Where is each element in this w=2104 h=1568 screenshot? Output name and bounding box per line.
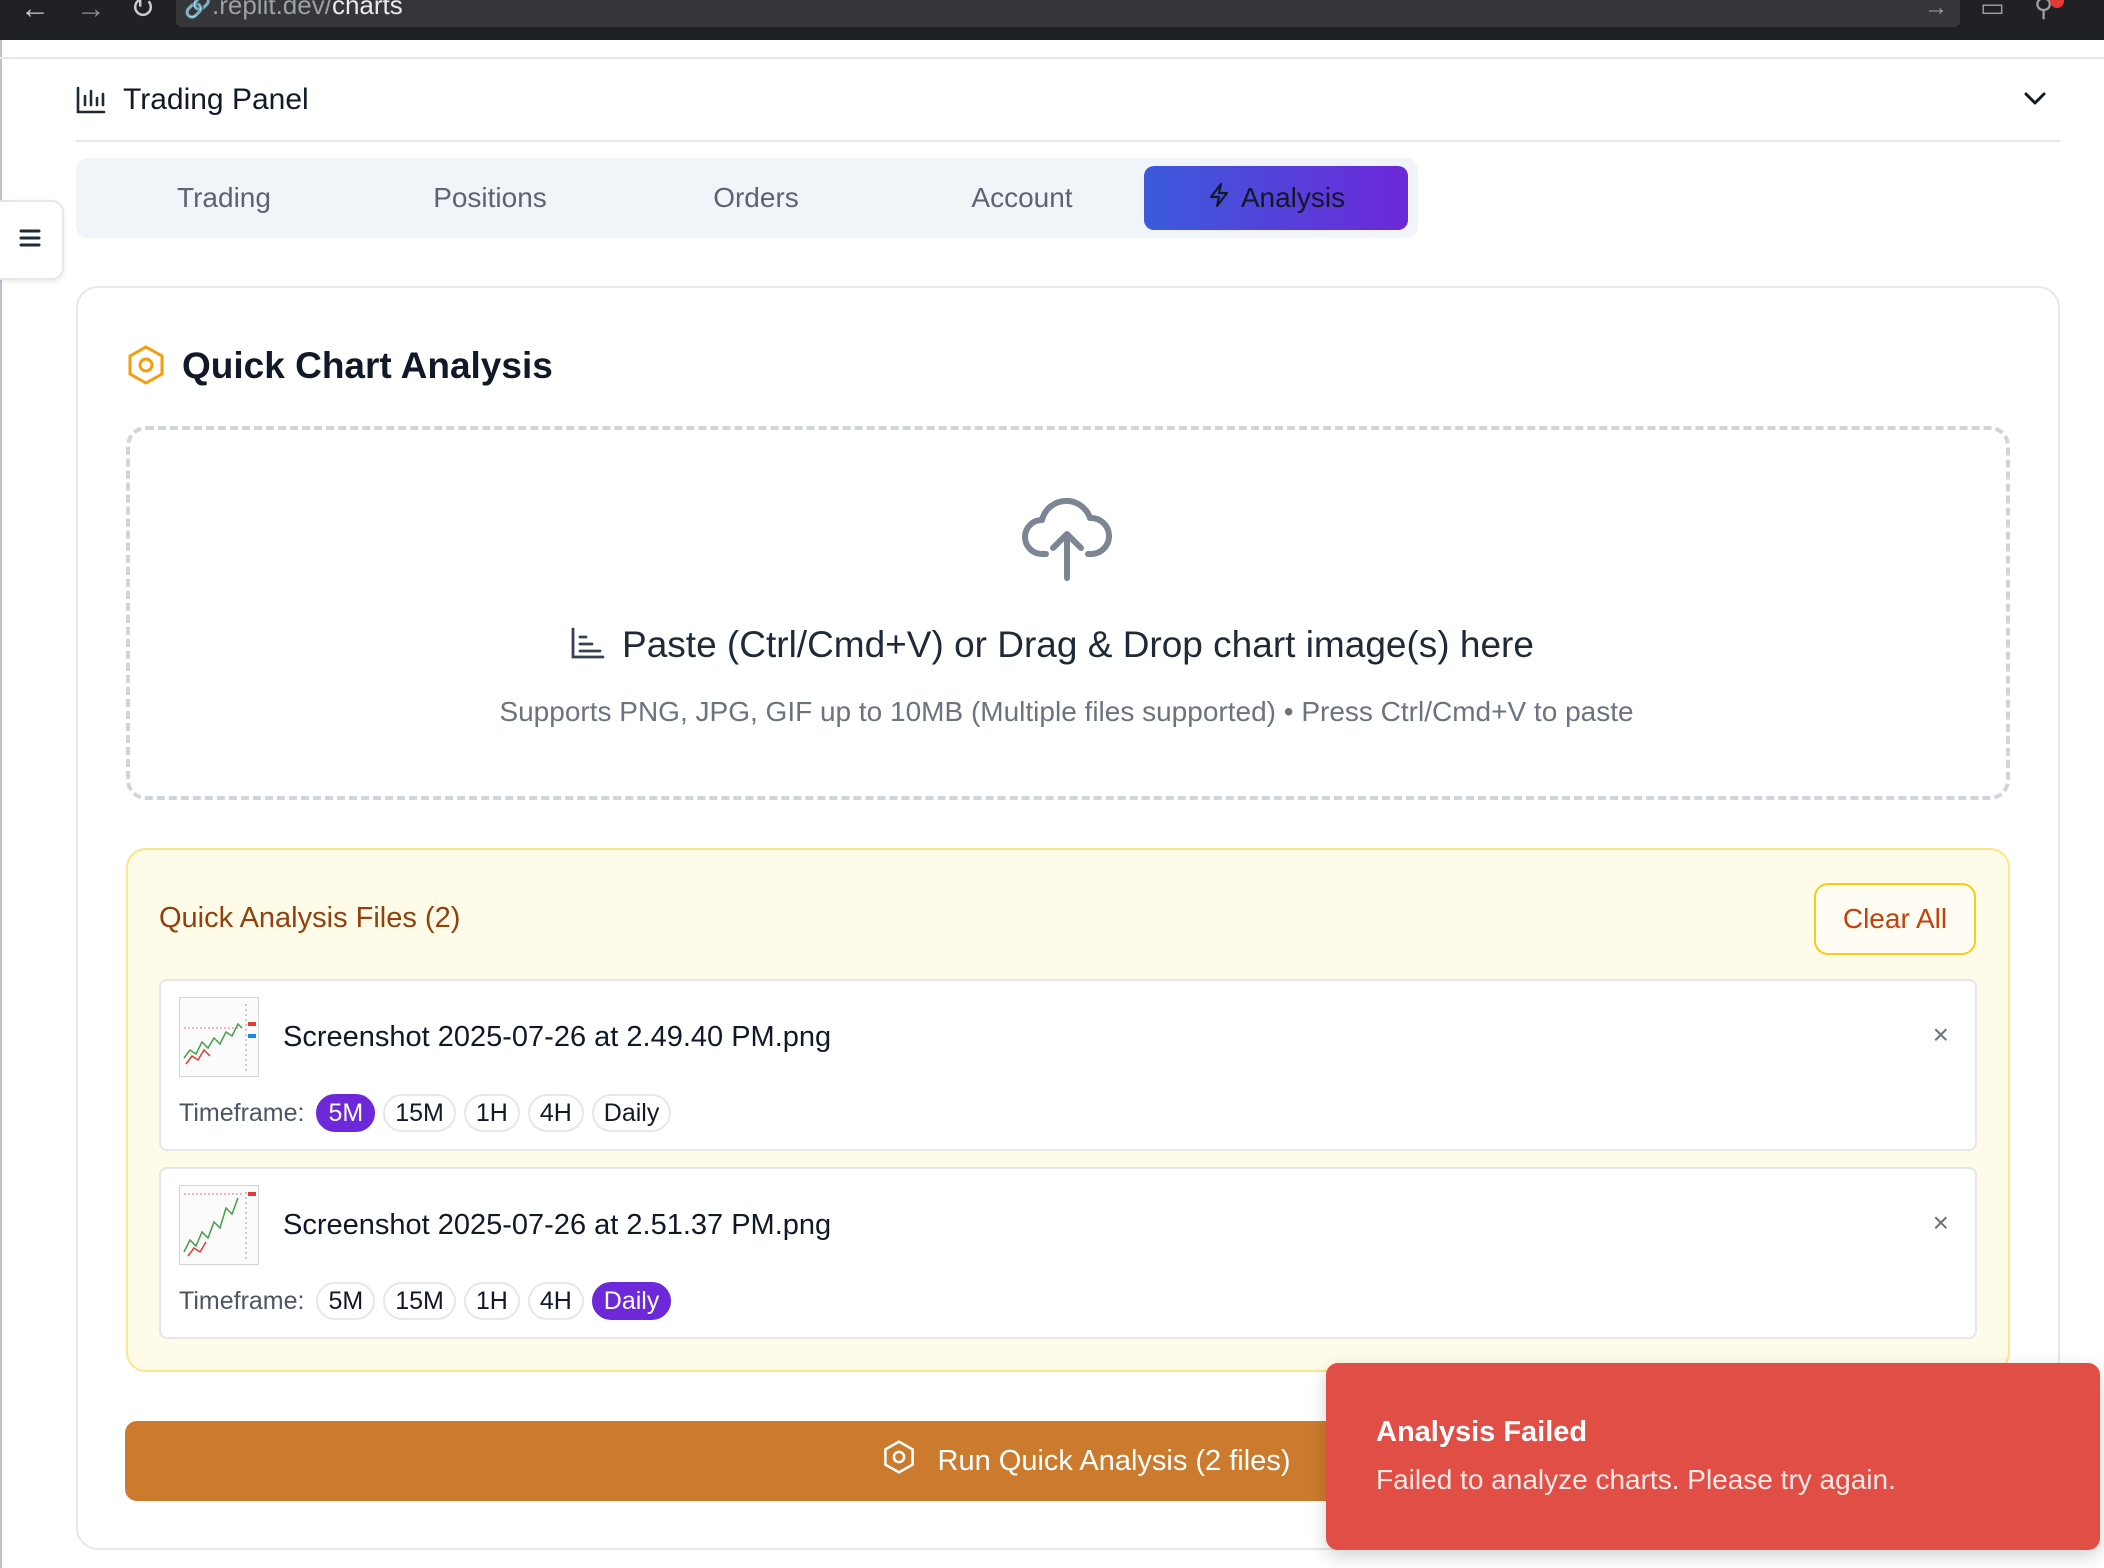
url-domain: .replit.dev/: [212, 0, 332, 20]
devices-icon[interactable]: ▭: [1980, 0, 2005, 23]
toast-message: Failed to analyze charts. Please try aga…: [1376, 1464, 1896, 1495]
forward-arrow-icon[interactable]: →: [76, 0, 106, 24]
chevron-down-icon[interactable]: [2020, 86, 2050, 117]
top-divider: [0, 57, 2104, 59]
tab-account[interactable]: Account: [890, 166, 1154, 230]
chart-icon: [570, 626, 606, 665]
back-arrow-icon[interactable]: ←: [20, 0, 50, 24]
timeframe-chip-4h[interactable]: 4H: [527, 1282, 584, 1320]
address-bar[interactable]: [176, 0, 1960, 27]
timeframe-label: Timeframe:: [179, 1098, 305, 1127]
url-text[interactable]: .replit.dev/charts: [212, 0, 403, 18]
timeframe-chip-4h[interactable]: 4H: [527, 1094, 584, 1132]
share-icon[interactable]: →: [1924, 0, 1948, 22]
tab-analysis[interactable]: Analysis: [1144, 166, 1408, 230]
timeframe-chip-15m[interactable]: 15M: [383, 1282, 456, 1320]
hexagon-gear-icon: [882, 1439, 916, 1483]
lightning-icon: [1207, 182, 1231, 215]
remove-file-button[interactable]: ×: [1933, 1205, 1949, 1241]
timeframe-chip-5m[interactable]: 5M: [316, 1282, 376, 1320]
panel-divider: [76, 140, 2060, 142]
menu-icon: [18, 227, 42, 254]
timeframe-chip-5m[interactable]: 5M: [316, 1094, 376, 1132]
file-name: Screenshot 2025-07-26 at 2.49.40 PM.png: [283, 1021, 832, 1053]
drop-zone[interactable]: [126, 426, 2010, 800]
timeframe-row: Timeframe: 5M 15M 1H 4H Daily: [179, 1281, 672, 1321]
toast-title: Analysis Failed: [1376, 1416, 1588, 1448]
clear-all-button[interactable]: Clear All: [1814, 883, 1976, 955]
tab-label: Trading: [177, 182, 271, 213]
drop-zone-title: Paste (Ctrl/Cmd+V) or Drag & Drop chart …: [622, 624, 1534, 665]
file-thumbnail: [179, 997, 259, 1077]
tab-label: Analysis: [1240, 182, 1346, 213]
reload-icon[interactable]: ↻: [130, 0, 155, 24]
timeframe-chip-daily[interactable]: Daily: [591, 1282, 672, 1320]
drop-zone-subtitle: Supports PNG, JPG, GIF up to 10MB (Multi…: [499, 696, 1634, 727]
tab-bar: Trading Positions Orders Account Analysi…: [76, 158, 1418, 238]
link-icon: 🔗: [184, 0, 212, 19]
timeframe-chip-1h[interactable]: 1H: [463, 1094, 520, 1132]
run-analysis-label: Run Quick Analysis (2 files): [937, 1444, 1291, 1477]
timeframe-chip-daily[interactable]: Daily: [591, 1094, 672, 1132]
remove-file-button[interactable]: ×: [1933, 1017, 1949, 1053]
bar-chart-icon: [76, 86, 106, 119]
file-name: Screenshot 2025-07-26 at 2.51.37 PM.png: [283, 1209, 832, 1241]
files-title: Quick Analysis Files (2): [159, 902, 461, 934]
drop-zone-title-row: Paste (Ctrl/Cmd+V) or Drag & Drop chart …: [0, 624, 2104, 666]
file-item: Screenshot 2025-07-26 at 2.51.37 PM.png …: [159, 1167, 1977, 1339]
tab-label: Positions: [433, 182, 547, 213]
tab-orders[interactable]: Orders: [624, 166, 888, 230]
hexagon-gear-icon: [126, 344, 166, 391]
timeframe-chip-1h[interactable]: 1H: [463, 1282, 520, 1320]
tab-label: Account: [971, 182, 1073, 213]
file-thumbnail: [179, 1185, 259, 1265]
url-path: charts: [331, 0, 403, 20]
timeframe-row: Timeframe: 5M 15M 1H 4H Daily: [179, 1093, 672, 1133]
timeframe-chip-15m[interactable]: 15M: [383, 1094, 456, 1132]
cloud-upload-icon: [1022, 496, 1113, 587]
tab-label: Orders: [713, 182, 799, 213]
sidebar-toggle-button[interactable]: [0, 200, 64, 280]
timeframe-label: Timeframe:: [179, 1286, 305, 1315]
file-item: Screenshot 2025-07-26 at 2.49.40 PM.png …: [159, 979, 1977, 1151]
panel-title: Trading Panel: [123, 83, 309, 116]
tab-trading[interactable]: Trading: [92, 166, 356, 230]
tab-positions[interactable]: Positions: [358, 166, 622, 230]
card-title: Quick Chart Analysis: [182, 345, 553, 386]
error-toast[interactable]: [1326, 1363, 2100, 1550]
